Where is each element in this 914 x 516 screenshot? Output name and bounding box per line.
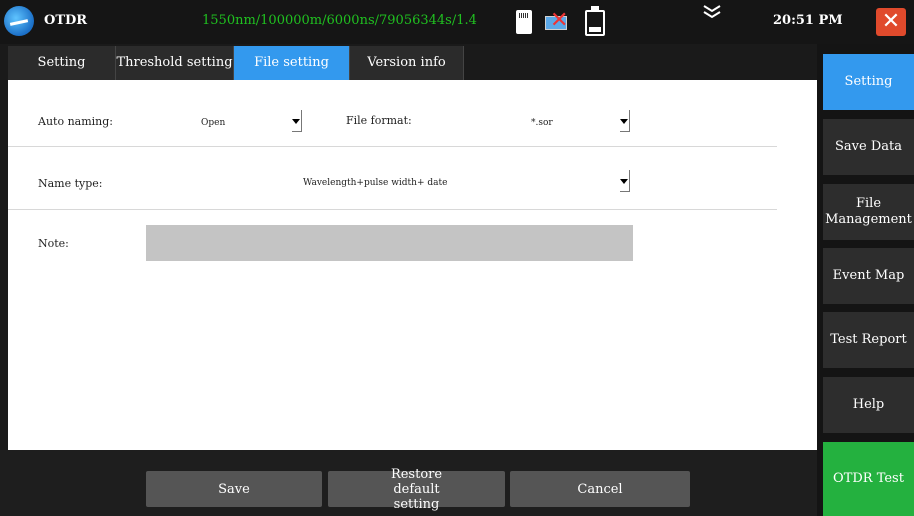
save-button[interactable]: Save bbox=[146, 471, 322, 507]
app-logo-icon bbox=[4, 6, 34, 36]
sidebar-item-save-data[interactable]: Save Data bbox=[823, 119, 914, 175]
cancel-button[interactable]: Cancel bbox=[510, 471, 690, 507]
tab-file-setting[interactable]: File setting bbox=[234, 46, 350, 80]
file-format-label: File format: bbox=[346, 114, 412, 127]
file-settings-panel: Auto naming: Open File format: *.sor Nam… bbox=[8, 80, 817, 450]
auto-naming-label: Auto naming: bbox=[38, 115, 113, 128]
auto-naming-select[interactable]: Open bbox=[148, 108, 304, 134]
auto-naming-value: Open bbox=[201, 118, 226, 128]
row-divider bbox=[8, 146, 777, 147]
tabs-filler bbox=[470, 46, 816, 80]
clock: 20:51 PM bbox=[773, 13, 843, 28]
restore-default-button[interactable]: Restore default setting bbox=[328, 467, 505, 512]
tab-threshold-setting[interactable]: Threshold setting bbox=[116, 46, 234, 80]
otdr-test-button[interactable]: OTDR Test bbox=[823, 442, 914, 516]
tab-version-info[interactable]: Version info bbox=[350, 46, 464, 80]
sidebar-item-event-map[interactable]: Event Map bbox=[823, 248, 914, 304]
sidebar-item-file-management[interactable]: File Management bbox=[823, 184, 914, 240]
usb-disconnected-icon: ✕ bbox=[545, 10, 569, 34]
note-input[interactable] bbox=[146, 225, 633, 261]
name-type-label: Name type: bbox=[38, 177, 103, 190]
name-type-value: Wavelength+pulse width+ date bbox=[303, 178, 448, 188]
app-title: OTDR bbox=[44, 13, 88, 28]
close-icon[interactable]: ✕ bbox=[876, 8, 906, 36]
chevron-down-icon[interactable] bbox=[700, 2, 724, 24]
battery-icon bbox=[585, 6, 605, 36]
file-format-value: *.sor bbox=[531, 118, 553, 128]
right-sidebar: Setting Save Data File Management Event … bbox=[817, 44, 914, 516]
bottom-action-bar: Save Restore default setting Cancel bbox=[0, 450, 817, 516]
measurement-status: 1550nm/100000m/6000ns/79056344s/1.4 bbox=[202, 13, 477, 28]
sidebar-item-help[interactable]: Help bbox=[823, 377, 914, 433]
file-format-select[interactable]: *.sor bbox=[468, 108, 638, 134]
settings-tabs: Setting Threshold setting File setting V… bbox=[8, 46, 464, 80]
sidebar-item-setting[interactable]: Setting bbox=[823, 54, 914, 110]
tab-setting[interactable]: Setting bbox=[8, 46, 116, 80]
sidebar-item-test-report[interactable]: Test Report bbox=[823, 312, 914, 368]
sd-card-icon bbox=[516, 10, 532, 34]
auto-naming-dropdown-arrow-icon[interactable] bbox=[292, 110, 302, 132]
file-format-dropdown-arrow-icon[interactable] bbox=[620, 110, 630, 132]
title-bar: OTDR 1550nm/100000m/6000ns/79056344s/1.4… bbox=[0, 0, 914, 44]
name-type-select[interactable]: Wavelength+pulse width+ date bbox=[148, 160, 638, 206]
row-divider bbox=[8, 209, 777, 210]
name-type-dropdown-arrow-icon[interactable] bbox=[620, 170, 630, 192]
note-label: Note: bbox=[38, 237, 69, 250]
